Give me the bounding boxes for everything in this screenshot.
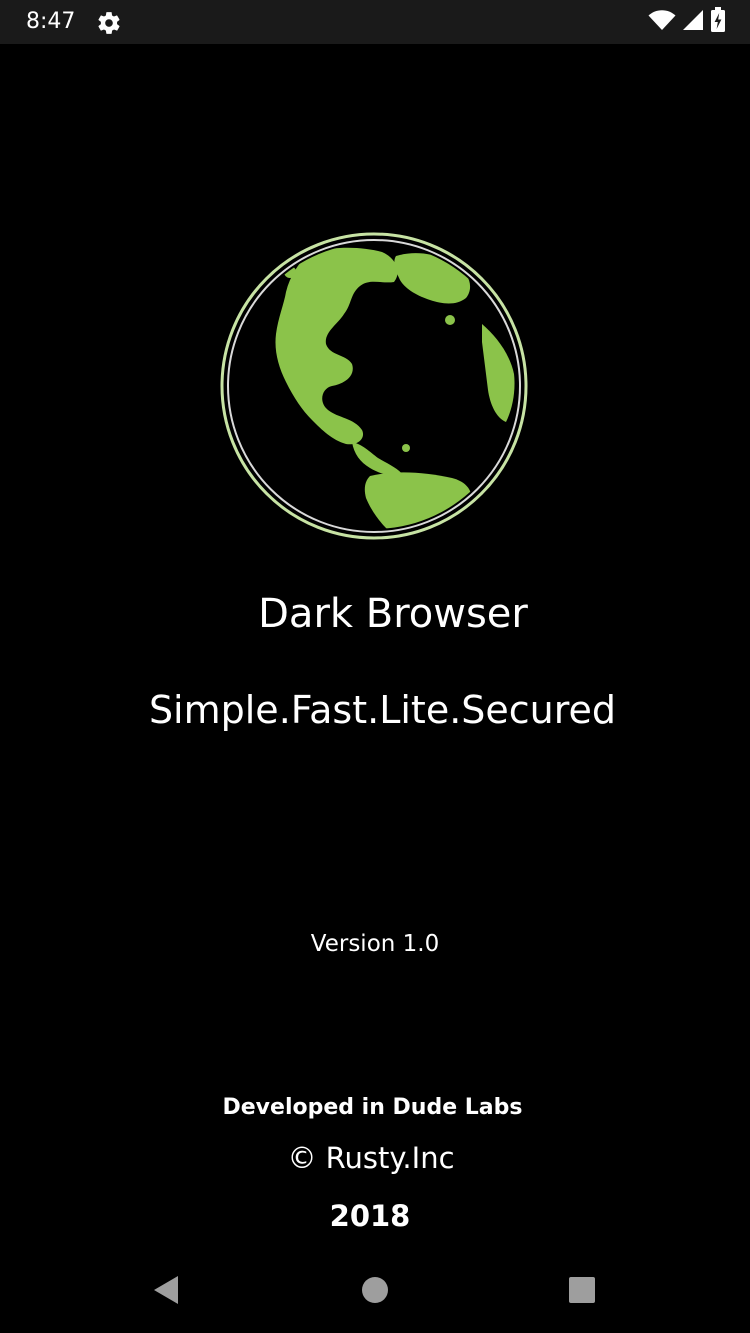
status-bar: 8:47 [0,0,750,44]
home-icon [361,1276,389,1309]
release-year: 2018 [329,1199,411,1233]
back-icon [152,1274,180,1311]
developer-credit: Developed in Dude Labs [222,1095,523,1120]
status-icons [648,6,726,36]
battery-icon [710,6,726,38]
copyright-text: © Rusty.Inc [287,1141,455,1175]
settings-gear-icon [96,10,122,36]
app-tagline: Simple.Fast.Lite.Secured [148,688,617,732]
status-time: 8:47 [26,9,76,34]
globe-icon [220,232,528,540]
app-version: Version 1.0 [310,931,440,957]
recents-icon [567,1275,597,1310]
cellular-signal-icon [682,9,704,36]
recents-button[interactable] [562,1272,602,1312]
back-button[interactable] [146,1272,186,1312]
navigation-bar [0,1248,750,1333]
wifi-icon [648,9,676,36]
home-button[interactable] [355,1272,395,1312]
app-title: Dark Browser [258,591,528,637]
